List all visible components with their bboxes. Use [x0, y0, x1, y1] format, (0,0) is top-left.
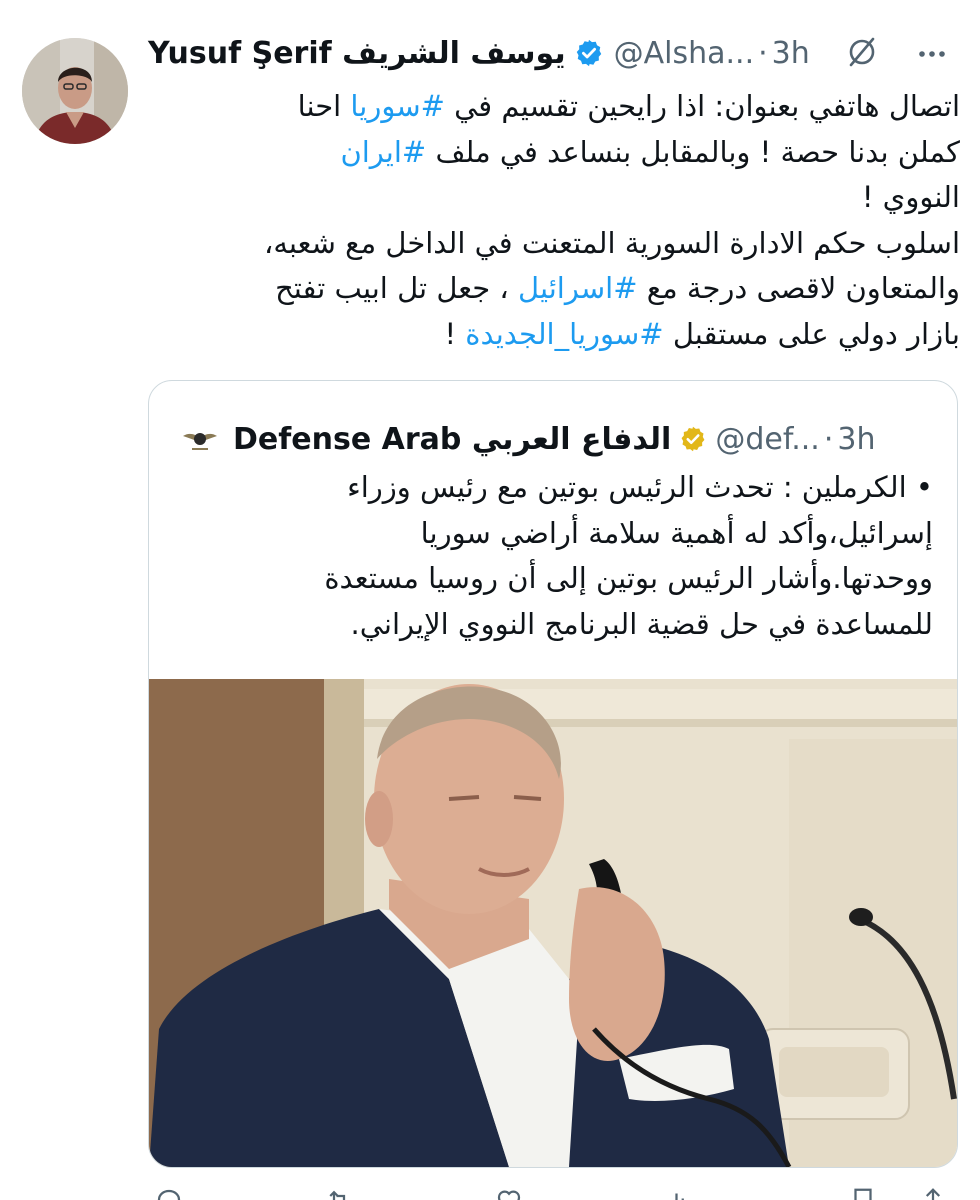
tweet-line: كملن بدنا حصة ! وبالمقابل بنساعد في ملف …	[148, 130, 960, 176]
author-display-name[interactable]: Yusuf Şerif يوسف الشريف	[148, 36, 566, 71]
reply-button[interactable]	[154, 1186, 184, 1200]
tweet-line: اسلوب حكم الادارة السورية المتعنت في الد…	[264, 225, 960, 260]
quoted-time[interactable]: 3h	[837, 422, 875, 457]
tweet-text: اتصال هاتفي بعنوان: اذا رايحين تقسيم في …	[148, 84, 960, 357]
views-icon	[675, 1193, 684, 1200]
quoted-author-avatar[interactable]	[179, 418, 221, 460]
tweet-line: والمتعاون لاقصى درجة مع #اسرائيل ، جعل ت…	[148, 266, 960, 312]
retweet-icon	[329, 1190, 346, 1200]
quoted-text: • الكرملين : تحدث الرئيس بوتين مع رئيس و…	[173, 465, 933, 647]
quoted-line: • الكرملين : تحدث الرئيس بوتين مع رئيس و…	[347, 470, 933, 504]
text-span: بازار دولي على مستقبل	[663, 316, 960, 351]
like-button[interactable]	[494, 1186, 524, 1200]
text-span: ، جعل تل ابيب تفتح	[275, 271, 518, 305]
grok-icon[interactable]	[844, 34, 880, 70]
bookmark-icon	[854, 1188, 872, 1200]
quoted-media-image[interactable]	[149, 679, 957, 1167]
tweet-time[interactable]: 3h	[772, 36, 810, 71]
share-icon	[925, 1188, 941, 1200]
tweet-line: النووي !	[861, 180, 960, 214]
tweet-header: Yusuf Şerif يوسف الشريف @Alsha... · 3h	[148, 28, 968, 78]
text-span: احنا	[297, 89, 351, 123]
author-handle[interactable]: @Alsha...	[614, 36, 755, 71]
retweet-button[interactable]	[324, 1186, 354, 1200]
text-span: كملن بدنا حصة ! وبالمقابل بنساعد في ملف	[426, 134, 960, 169]
tweet-line: اتصال هاتفي بعنوان: اذا رايحين تقسيم في …	[148, 84, 960, 130]
hashtag-link[interactable]: #ايران	[340, 135, 426, 169]
text-span: !	[444, 316, 466, 351]
quoted-tweet-header: Defense Arab الدفاع العربي @def... · 3h	[179, 417, 919, 461]
text-span: اتصال هاتفي بعنوان: اذا رايحين تقسيم في	[444, 89, 960, 123]
quoted-line: إسرائيل،وأكد له أهمية سلامة أراضي سوريا	[420, 515, 933, 550]
text-span: والمتعاون لاقصى درجة مع	[637, 271, 960, 305]
tweet[interactable]: Yusuf Şerif يوسف الشريف @Alsha... · 3h ا…	[0, 0, 980, 1200]
quoted-tweet[interactable]: Defense Arab الدفاع العربي @def... · 3h …	[148, 380, 958, 1168]
author-avatar[interactable]	[22, 38, 128, 144]
bookmark-button[interactable]	[848, 1186, 878, 1200]
quoted-display-name[interactable]: Defense Arab الدفاع العربي	[233, 422, 671, 457]
heart-icon	[497, 1190, 521, 1200]
separator-dot: ·	[823, 421, 834, 457]
reply-icon	[157, 1189, 181, 1200]
tweet-actions-bar	[148, 1186, 960, 1200]
verified-badge-icon	[681, 426, 705, 452]
hashtag-link[interactable]: #سوريا	[350, 89, 445, 123]
separator-dot: ·	[758, 35, 768, 71]
hashtag-link[interactable]: #اسرائيل	[518, 271, 638, 305]
quoted-handle[interactable]: @def...	[715, 422, 820, 457]
quoted-line: ووحدتها.وأشار الرئيس بوتين إلى أن روسيا …	[324, 561, 933, 595]
views-button[interactable]	[664, 1186, 694, 1200]
hashtag-link[interactable]: #سوريا_الجديدة	[465, 317, 663, 351]
share-button[interactable]	[918, 1186, 948, 1200]
tweet-line: بازار دولي على مستقبل #سوريا_الجديدة !	[148, 312, 960, 358]
more-icon[interactable]	[914, 36, 950, 72]
quoted-line: للمساعدة في حل قضية البرنامج النووي الإي…	[350, 606, 934, 641]
verified-badge-icon	[576, 39, 601, 67]
